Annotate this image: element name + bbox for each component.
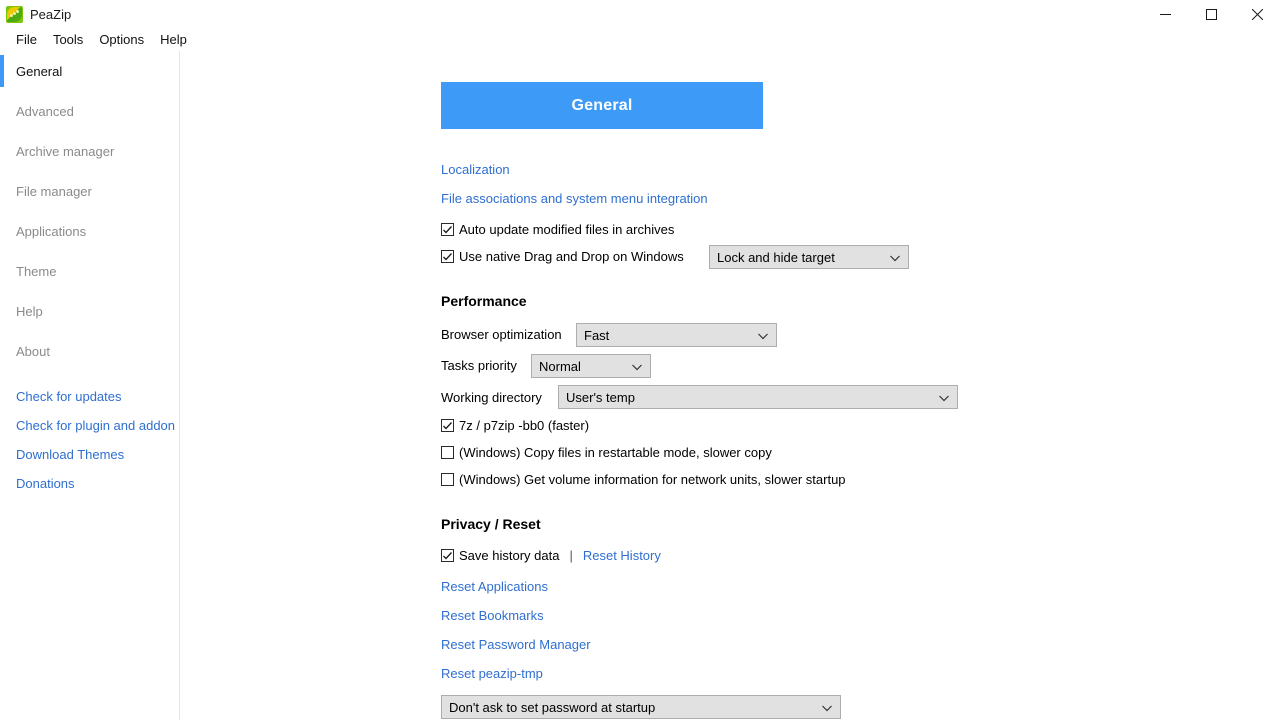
sidebar-item-label: General	[16, 64, 62, 79]
volume-info-row: (Windows) Get volume information for net…	[441, 472, 846, 487]
auto-update-checkbox[interactable]	[441, 223, 454, 236]
save-history-label: Save history data	[459, 548, 559, 563]
sidebar-link-donations[interactable]: Donations	[0, 469, 179, 498]
sidebar-link-check-for-plugin-and-addon[interactable]: Check for plugin and addon	[0, 411, 179, 440]
localization-link[interactable]: Localization	[441, 162, 510, 177]
sidebar-item-theme[interactable]: Theme	[0, 251, 179, 291]
settings-panel: General Localization File associations a…	[181, 51, 1280, 720]
browser-optimization-label: Browser optimization	[441, 327, 562, 342]
auto-update-row: Auto update modified files in archives	[441, 222, 674, 237]
reset-peazip-tmp-row: Reset peazip-tmp	[441, 666, 543, 681]
native-drag-drop-checkbox[interactable]	[441, 250, 454, 263]
working-directory-value: User's temp	[566, 390, 635, 405]
sidebar-link-check-for-updates[interactable]: Check for updates	[0, 382, 179, 411]
reset-history-link[interactable]: Reset History	[583, 548, 661, 563]
window-controls	[1142, 0, 1280, 28]
sidebar-item-label: Applications	[16, 224, 86, 239]
password-startup-value: Don't ask to set password at startup	[449, 700, 655, 715]
tasks-priority-label: Tasks priority	[441, 358, 517, 373]
tasks-priority-value: Normal	[539, 359, 581, 374]
drag-drop-mode-select[interactable]: Lock and hide target	[709, 245, 909, 269]
menu-file[interactable]: File	[8, 30, 45, 49]
native-drag-drop-label: Use native Drag and Drop on Windows	[459, 249, 684, 264]
menu-options[interactable]: Options	[91, 30, 152, 49]
minimize-icon[interactable]	[1142, 0, 1188, 28]
sidebar-item-advanced[interactable]: Advanced	[0, 91, 179, 131]
sidebar-item-applications[interactable]: Applications	[0, 211, 179, 251]
menu-tools[interactable]: Tools	[45, 30, 91, 49]
browser-optimization-select[interactable]: Fast	[576, 323, 777, 347]
browser-optimization-value: Fast	[584, 328, 609, 343]
password-startup-select[interactable]: Don't ask to set password at startup	[441, 695, 841, 719]
sidebar-item-archive-manager[interactable]: Archive manager	[0, 131, 179, 171]
p7zip-bb0-row: 7z / p7zip -bb0 (faster)	[441, 418, 589, 433]
chevron-down-icon	[890, 250, 900, 265]
peazip-pod-icon	[6, 6, 23, 23]
drag-drop-mode-value: Lock and hide target	[717, 250, 835, 265]
p7zip-bb0-label: 7z / p7zip -bb0 (faster)	[459, 418, 589, 433]
working-directory-label: Working directory	[441, 390, 542, 405]
reset-password-manager-link[interactable]: Reset Password Manager	[441, 637, 591, 652]
sidebar-item-label: Theme	[16, 264, 56, 279]
tasks-priority-row: Tasks priority	[441, 358, 517, 373]
sidebar-link-download-themes[interactable]: Download Themes	[0, 440, 179, 469]
chevron-down-icon	[758, 328, 768, 343]
browser-optimization-row: Browser optimization	[441, 327, 562, 342]
volume-info-checkbox[interactable]	[441, 473, 454, 486]
performance-section-title: Performance	[441, 293, 527, 309]
tasks-priority-select[interactable]: Normal	[531, 354, 651, 378]
page-title: General	[441, 82, 763, 129]
file-associations-link[interactable]: File associations and system menu integr…	[441, 191, 708, 206]
working-directory-select[interactable]: User's temp	[558, 385, 958, 409]
window-title: PeaZip	[30, 7, 71, 22]
sidebar-item-help[interactable]: Help	[0, 291, 179, 331]
auto-update-label: Auto update modified files in archives	[459, 222, 674, 237]
title-bar: PeaZip	[0, 0, 1280, 28]
native-drag-drop-row: Use native Drag and Drop on Windows	[441, 249, 684, 264]
reset-peazip-tmp-link[interactable]: Reset peazip-tmp	[441, 666, 543, 681]
chevron-down-icon	[632, 359, 642, 374]
restartable-copy-checkbox[interactable]	[441, 446, 454, 459]
restartable-copy-label: (Windows) Copy files in restartable mode…	[459, 445, 772, 460]
sidebar-item-about[interactable]: About	[0, 331, 179, 371]
menu-help[interactable]: Help	[152, 30, 195, 49]
save-history-checkbox[interactable]	[441, 549, 454, 562]
sidebar: General Advanced Archive manager File ma…	[0, 51, 180, 720]
working-directory-row: Working directory	[441, 390, 542, 405]
reset-bookmarks-row: Reset Bookmarks	[441, 608, 544, 623]
localization-link-row: Localization	[441, 162, 510, 177]
p7zip-bb0-checkbox[interactable]	[441, 419, 454, 432]
maximize-icon[interactable]	[1188, 0, 1234, 28]
restartable-copy-row: (Windows) Copy files in restartable mode…	[441, 445, 772, 460]
body-area: General Advanced Archive manager File ma…	[0, 51, 1280, 720]
reset-applications-link[interactable]: Reset Applications	[441, 579, 548, 594]
sidebar-item-label: File manager	[16, 184, 92, 199]
privacy-section-title: Privacy / Reset	[441, 516, 541, 532]
reset-password-manager-row: Reset Password Manager	[441, 637, 591, 652]
reset-applications-row: Reset Applications	[441, 579, 548, 594]
sidebar-item-label: Advanced	[16, 104, 74, 119]
menu-bar: File Tools Options Help	[0, 28, 1280, 50]
file-associations-link-row: File associations and system menu integr…	[441, 191, 708, 206]
separator: |	[569, 548, 572, 563]
sidebar-item-general[interactable]: General	[0, 51, 179, 91]
sidebar-item-label: Archive manager	[16, 144, 114, 159]
chevron-down-icon	[822, 700, 832, 715]
close-icon[interactable]	[1234, 0, 1280, 28]
sidebar-item-file-manager[interactable]: File manager	[0, 171, 179, 211]
chevron-down-icon	[939, 390, 949, 405]
sidebar-item-label: Help	[16, 304, 43, 319]
save-history-row: Save history data | Reset History	[441, 548, 661, 563]
reset-bookmarks-link[interactable]: Reset Bookmarks	[441, 608, 544, 623]
volume-info-label: (Windows) Get volume information for net…	[459, 472, 846, 487]
sidebar-item-label: About	[16, 344, 50, 359]
